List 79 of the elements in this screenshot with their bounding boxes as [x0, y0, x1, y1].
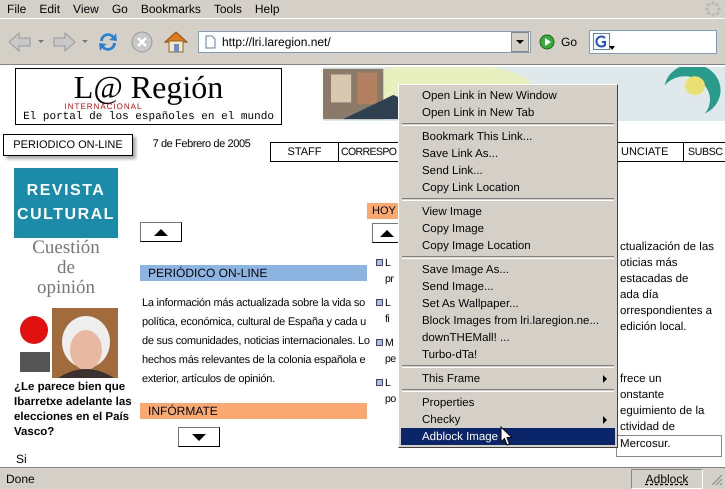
- paragraph-line: exterior, artículos de opinión.: [141, 372, 275, 387]
- text-line: eguimiento de la: [619, 404, 704, 419]
- menu-item[interactable]: Go: [106, 2, 136, 16]
- menu-item[interactable]: Set As Wallpaper...: [401, 295, 615, 312]
- menu-item[interactable]: File: [2, 2, 34, 16]
- news-link[interactable]: pr: [385, 271, 394, 287]
- scroll-down-button[interactable]: [178, 427, 220, 447]
- menu-item[interactable]: downTHEMall! ...: [401, 329, 615, 346]
- menu-item[interactable]: Help: [250, 2, 288, 16]
- magazine-banner[interactable]: REVISTA CULTURAL: [14, 168, 118, 238]
- news-link[interactable]: fi: [385, 311, 390, 327]
- opinion-logo-text: de: [57, 258, 75, 278]
- section-heading: INFÓRMATE: [140, 403, 367, 419]
- bullet-icon: [376, 259, 383, 266]
- menu-item[interactable]: Save Image As...: [401, 261, 615, 278]
- scroll-up-button[interactable]: [140, 222, 182, 242]
- news-link[interactable]: M: [385, 335, 396, 351]
- menu-item[interactable]: Bookmarks: [136, 2, 209, 16]
- nav-link[interactable]: STAFF: [271, 143, 339, 161]
- menu-item[interactable]: Send Image...: [401, 278, 615, 295]
- bullet-icon: [376, 379, 383, 386]
- text-line: oticias más: [619, 256, 678, 271]
- menu-item[interactable]: Bookmark This Link...: [401, 128, 615, 145]
- status-text: Done: [6, 472, 36, 486]
- section-heading: PERIÓDICO ON-LINE: [140, 265, 367, 281]
- search-engine-icon: [593, 32, 616, 50]
- adblock-status-button[interactable]: Adblock: [631, 468, 703, 488]
- poll-option[interactable]: Si: [16, 452, 118, 466]
- menu-item[interactable]: Save Link As...: [401, 145, 615, 162]
- menu-item[interactable]: Checky: [401, 411, 615, 428]
- text-line: frece un: [619, 372, 662, 387]
- poll-question: ¿Le parece bien que Ibarretxe adelante las elecciones en el País Vasco?: [14, 380, 133, 440]
- menu-item[interactable]: Turbo-dTa!: [401, 346, 615, 363]
- opinion-logo-text: Cuestión: [32, 238, 100, 258]
- text-line: estacadas de: [619, 272, 688, 287]
- menu-item[interactable]: This Frame: [401, 370, 615, 387]
- news-link[interactable]: L: [385, 295, 390, 311]
- menu-item[interactable]: Copy Link Location: [401, 179, 615, 196]
- menu-item[interactable]: View: [68, 2, 107, 16]
- menu-item[interactable]: Block Images from lri.laregion.ne...: [401, 312, 615, 329]
- go-button[interactable]: Go: [537, 32, 580, 52]
- menu-item[interactable]: Adblock Image: [401, 428, 615, 445]
- text-line: orrespondientes a: [619, 304, 712, 319]
- paragraph-line: política, económica, cultural de España y cada u: [141, 315, 366, 330]
- news-link[interactable]: po: [385, 391, 396, 407]
- text-line: edición local.: [619, 320, 686, 335]
- throbber-icon: [705, 1, 721, 17]
- nav-link[interactable]: SUBSC: [684, 143, 725, 161]
- text-area[interactable]: Mercosur.: [616, 435, 722, 457]
- url-field[interactable]: http://lri.laregion.net/: [198, 30, 531, 52]
- menu-item[interactable]: Open Link in New Window: [401, 87, 615, 104]
- search-field[interactable]: [589, 30, 718, 54]
- news-link[interactable]: L: [385, 375, 396, 391]
- menu-item[interactable]: Tools: [208, 2, 250, 16]
- menu-item[interactable]: Properties: [401, 394, 615, 411]
- site-logo[interactable]: L@ Región INTERNACIONAL El portal de los españoles en el mundo: [15, 68, 282, 125]
- date: 7 de Febrero de 2005: [152, 138, 250, 150]
- text-line: ctualización de las: [619, 240, 714, 255]
- resize-grip-icon[interactable]: [709, 472, 723, 486]
- text-line: onstante: [619, 388, 664, 403]
- menu-item[interactable]: Copy Image: [401, 220, 615, 237]
- opinion-logo-text: opinión: [36, 278, 96, 298]
- play-icon: [539, 34, 555, 50]
- text-line: ctividad de: [619, 420, 675, 435]
- menu-item[interactable]: Edit: [34, 2, 68, 16]
- news-link[interactable]: L: [385, 255, 394, 271]
- bullet-icon: [376, 299, 383, 306]
- dropdown-button[interactable]: [511, 32, 529, 52]
- news-link[interactable]: pe: [385, 351, 396, 367]
- paragraph-line: La información más actualizada sobre la vida so: [141, 296, 366, 311]
- menu-item[interactable]: Send Link...: [401, 162, 615, 179]
- paragraph-line: hechos más relevantes de la colonia española e: [141, 353, 366, 368]
- page-icon: [205, 34, 216, 48]
- text-line: ada día: [619, 288, 658, 303]
- section-label: PERIODICO ON-LINE: [3, 134, 133, 156]
- paragraph-line: de sus comunidades, noticias internacionales. Lo: [141, 334, 370, 349]
- menu-item[interactable]: Open Link in New Tab: [401, 104, 615, 121]
- bullet-icon: [376, 339, 383, 346]
- menu-item[interactable]: Copy Image Location: [401, 237, 615, 254]
